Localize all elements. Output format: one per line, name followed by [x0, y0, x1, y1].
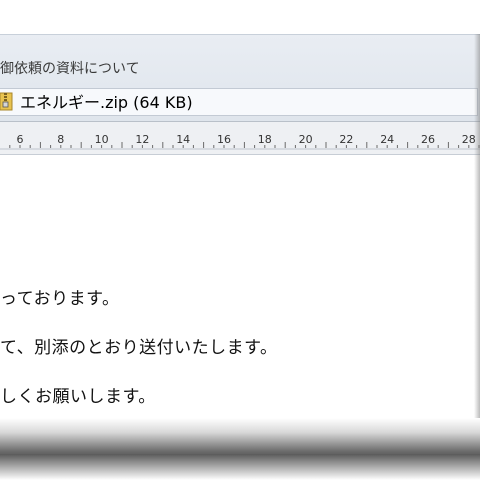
body-text-line-1: っております。: [0, 289, 120, 309]
window-shadow-fade: [0, 454, 480, 480]
ruler-tick-label: 16: [217, 133, 231, 146]
subject-text: 御依頼の資料について: [0, 61, 140, 77]
ruler-tick-label: 12: [135, 133, 149, 146]
ruler-tick-label: 18: [258, 133, 272, 146]
ruler-tick-label: 14: [176, 133, 190, 146]
top-margin: [0, 0, 480, 34]
ruler-tick-label: 6: [17, 133, 24, 146]
zip-folder-icon[interactable]: [0, 91, 14, 111]
ruler-tick-label: 10: [95, 133, 109, 146]
body-text-line-2: て、別添のとおり送付いたします。: [0, 338, 278, 358]
ruler-tick-label: 24: [380, 133, 394, 146]
ruler-scale: 6 8 10 12 14 16 18 20 22 24 26 28: [0, 133, 480, 150]
window-edge-shadow: [474, 34, 480, 454]
email-window: 御依頼の資料について エネルギー.zip (64 KB) 6 8 10 12 14 16 1…: [0, 0, 480, 480]
ruler-tick-label: 8: [57, 133, 64, 146]
body-text-line-3: しくお願いします。: [0, 387, 156, 407]
attachment-filename[interactable]: エネルギー.zip (64 KB): [20, 89, 193, 113]
ruler-tick-label: 20: [299, 133, 313, 146]
ruler-tick-label: 22: [339, 133, 353, 146]
ruler-tick-label: 26: [421, 133, 435, 146]
ruler[interactable]: 6 8 10 12 14 16 18 20 22 24 26 28: [0, 121, 480, 155]
